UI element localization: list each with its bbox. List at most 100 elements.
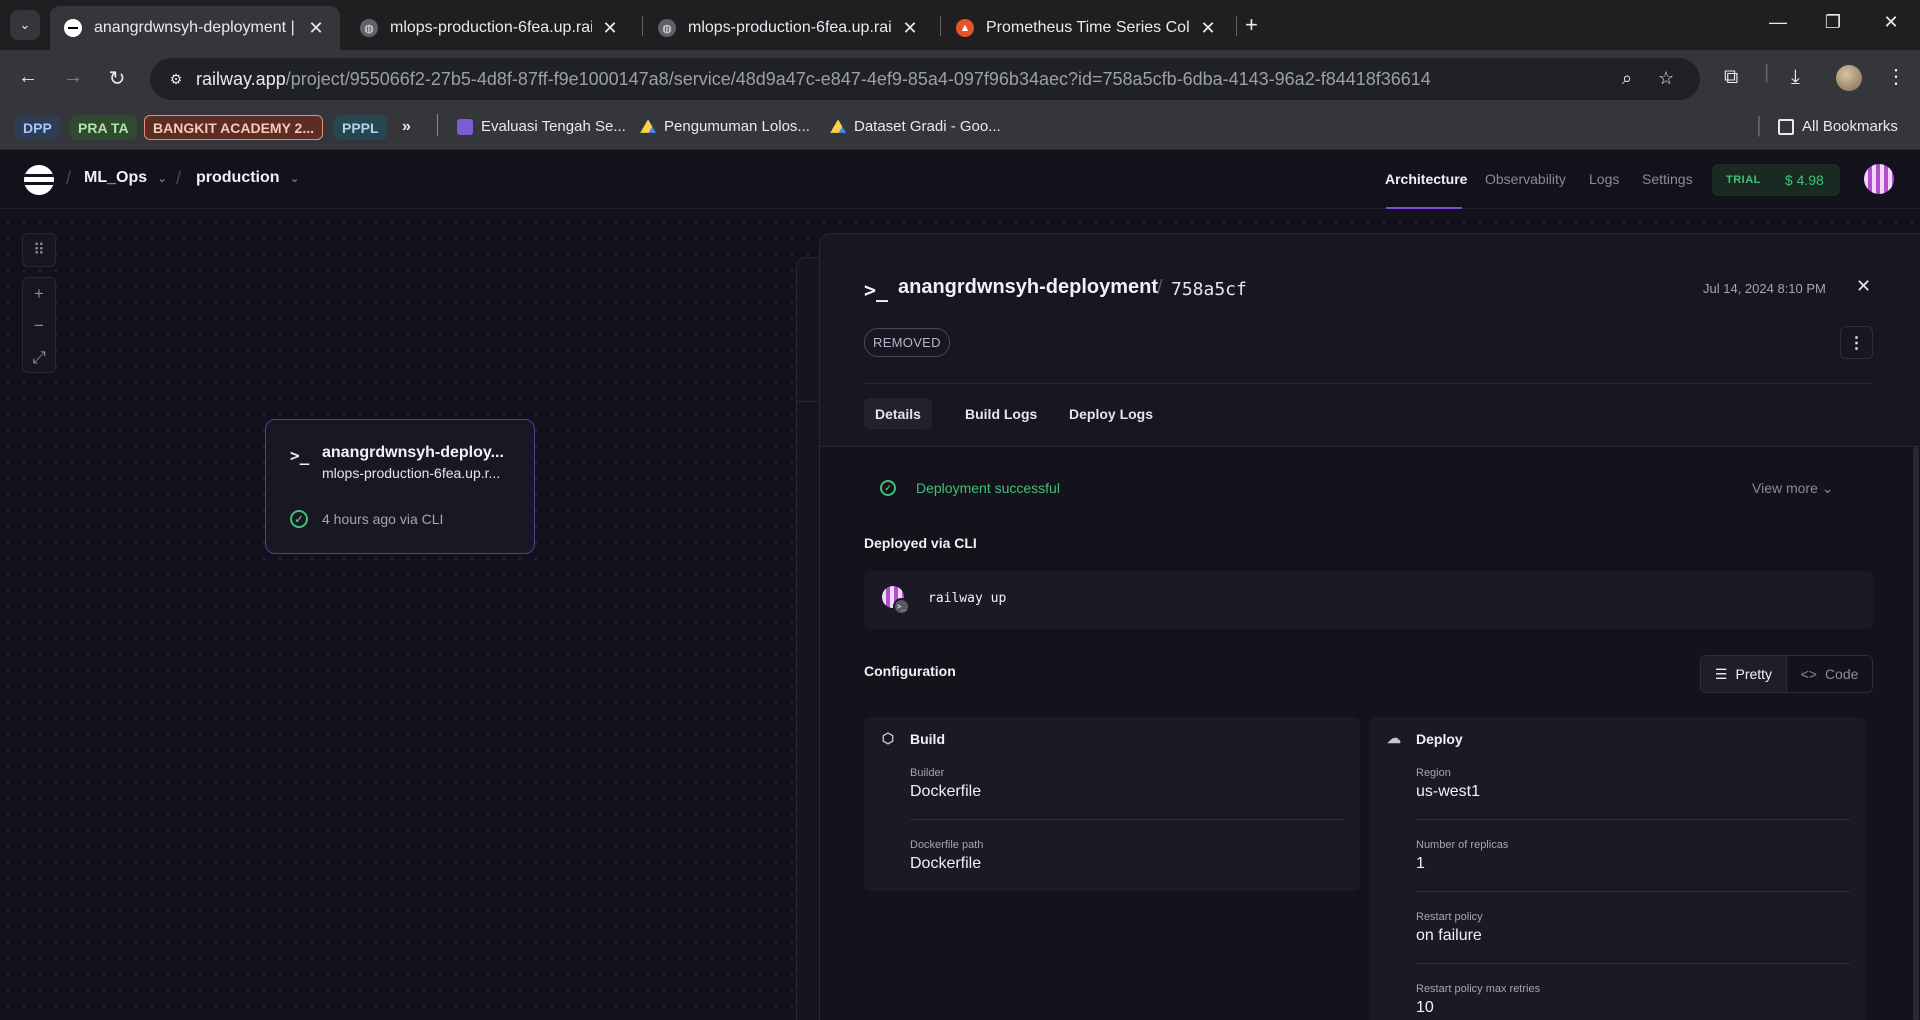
site-info-icon[interactable]: ⚙	[166, 69, 186, 89]
code-toggle-button[interactable]: <> Code	[1787, 656, 1872, 692]
address-bar[interactable]: ⚙ railway.app/project/955066f2-27b5-4d8f…	[150, 58, 1700, 100]
cloud-icon: ☁	[1387, 730, 1401, 746]
cli-terminal-icon: >_	[893, 598, 910, 615]
title-separator: /	[1157, 277, 1163, 299]
trial-badge[interactable]: TRIAL $ 4.98	[1712, 164, 1840, 196]
deployment-status-text: Deployment successful	[916, 480, 1060, 496]
tab-search-button[interactable]: ⌄	[10, 10, 40, 40]
deployment-date: Jul 14, 2024 8:10 PM	[1703, 281, 1826, 296]
browser-toolbar: ← → ↻ ⚙ railway.app/project/955066f2-27b…	[0, 50, 1920, 108]
fit-view-icon[interactable]: ⤢	[23, 342, 55, 374]
nav-settings[interactable]: Settings	[1642, 171, 1693, 187]
drive-icon	[640, 119, 656, 133]
new-tab-button[interactable]: +	[1245, 12, 1258, 38]
command-box: >_ railway up	[864, 571, 1873, 629]
minimize-window-button[interactable]: —	[1763, 12, 1793, 33]
status-badge: REMOVED	[864, 328, 950, 357]
close-tab-icon[interactable]: ✕	[1198, 18, 1218, 39]
list-icon: ☰	[1714, 665, 1728, 682]
panel-scrollbar[interactable]	[1913, 447, 1919, 1020]
close-panel-icon[interactable]: ✕	[1856, 276, 1871, 297]
browser-tab-mlops-2[interactable]: ◍ mlops-production-6fea.up.railway.app ✕	[644, 6, 934, 50]
close-tab-icon[interactable]: ✕	[600, 18, 620, 39]
user-avatar[interactable]	[1864, 164, 1894, 194]
all-bookmarks-button[interactable]: All Bookmarks	[1778, 118, 1898, 135]
view-more-button[interactable]: View more ⌄	[1752, 480, 1834, 497]
deployment-status-row[interactable]: ✓ Deployment successful View more ⌄	[864, 471, 1873, 507]
terminal-icon: >_	[290, 446, 310, 465]
extensions-icon[interactable]: ⧉	[1724, 66, 1738, 89]
bookmark-folder-pppl[interactable]: PPPL	[334, 115, 387, 140]
deploy-heading: ☁ Deploy	[1387, 730, 1463, 747]
back-arrow-icon[interactable]: ←	[15, 66, 41, 89]
nav-logs[interactable]: Logs	[1589, 171, 1619, 187]
tab-details[interactable]: Details	[864, 398, 932, 429]
tab-deploy-logs[interactable]: Deploy Logs	[1058, 398, 1164, 429]
config-divider	[1416, 891, 1850, 892]
forward-arrow-icon[interactable]: →	[60, 66, 86, 89]
railway-favicon-icon	[64, 19, 82, 37]
bookmark-dataset[interactable]: Dataset Gradi - Goo...	[830, 118, 1001, 135]
config-replicas: Number of replicas 1	[1416, 839, 1509, 872]
zoom-controls: + − ⤢	[22, 277, 56, 373]
pretty-toggle-button[interactable]: ☰ Pretty	[1701, 656, 1787, 692]
panel-body: ✓ Deployment successful View more ⌄ Depl…	[820, 447, 1920, 1020]
bookmarks-separator	[437, 114, 438, 136]
zoom-icon[interactable]: ⌕	[1622, 68, 1632, 89]
config-region: Region us-west1	[1416, 767, 1481, 800]
deployed-via-heading: Deployed via CLI	[864, 535, 977, 551]
bookmark-pengumuman[interactable]: Pengumuman Lolos...	[640, 118, 810, 135]
bookmark-folder-bangkit[interactable]: BANGKIT ACADEMY 2...	[144, 115, 324, 140]
package-icon: ⬡	[881, 730, 895, 746]
forms-icon	[457, 118, 473, 135]
nav-architecture[interactable]: Architecture	[1385, 171, 1467, 187]
service-card[interactable]: >_ anangrdwnsyh-deploy... mlops-producti…	[265, 419, 535, 554]
bookmarks-bar: DPP PRA TA BANGKIT ACADEMY 2... PPPL » E…	[0, 108, 1920, 150]
check-circle-icon: ✓	[880, 480, 896, 496]
config-restart-max-retries: Restart policy max retries 10	[1416, 983, 1541, 1016]
download-icon[interactable]: ⤓	[1791, 66, 1800, 89]
bookmarks-divider: |	[1756, 112, 1762, 137]
view-toggle: ☰ Pretty <> Code	[1700, 655, 1873, 693]
zoom-out-icon[interactable]: −	[23, 310, 55, 342]
breadcrumb-separator: /	[66, 168, 72, 188]
browser-tab-prometheus[interactable]: ▲ Prometheus Time Series Collection ✕	[942, 6, 1232, 50]
bookmark-folder-pra-ta[interactable]: PRA TA	[70, 115, 137, 140]
browser-menu-icon[interactable]: ⋮	[1886, 64, 1906, 89]
config-restart-policy: Restart policy on failure	[1416, 911, 1483, 944]
prometheus-favicon-icon: ▲	[956, 19, 974, 37]
nav-observability[interactable]: Observability	[1485, 171, 1566, 187]
breadcrumb-separator: /	[176, 168, 182, 188]
grid-icon[interactable]: ⠿	[22, 233, 56, 267]
check-circle-icon: ✓	[290, 510, 308, 528]
globe-icon: ◍	[658, 19, 676, 37]
globe-icon: ◍	[360, 19, 378, 37]
tab-separator	[642, 16, 643, 36]
zoom-in-icon[interactable]: +	[23, 278, 55, 310]
close-window-button[interactable]: ✕	[1876, 12, 1906, 33]
nav-active-indicator	[1386, 207, 1462, 209]
more-options-icon[interactable]: ⋮	[1840, 326, 1873, 359]
browser-tab-mlops-1[interactable]: ◍ mlops-production-6fea.up.railway.app ✕	[346, 6, 634, 50]
bookmark-star-icon[interactable]: ☆	[1658, 68, 1674, 89]
browser-tab-strip: ⌄ anangrdwnsyh-deployment | Railway ✕ ◍ …	[0, 0, 1920, 50]
more-bookmarks-icon[interactable]: »	[402, 118, 411, 136]
bookmark-evaluasi[interactable]: Evaluasi Tengah Se...	[457, 118, 626, 135]
service-name: anangrdwnsyh-deploy...	[322, 444, 504, 461]
reload-icon[interactable]: ↻	[104, 66, 130, 91]
restore-window-button[interactable]: ❐	[1818, 12, 1848, 33]
config-divider	[910, 819, 1344, 820]
close-tab-icon[interactable]: ✕	[306, 18, 326, 39]
project-selector[interactable]: ML_Ops ⌄	[84, 169, 167, 187]
railway-logo-icon[interactable]	[24, 165, 54, 195]
config-divider	[1416, 963, 1850, 964]
deployment-detail-panel: >_ anangrdwnsyh-deployment / 758a5cf Jul…	[819, 233, 1920, 1020]
environment-selector[interactable]: production ⌄	[196, 169, 300, 187]
bookmark-folder-dpp[interactable]: DPP	[15, 115, 60, 140]
browser-tab-railway[interactable]: anangrdwnsyh-deployment | Railway ✕	[50, 6, 340, 50]
chevron-down-icon: ⌄	[19, 17, 31, 32]
tab-build-logs[interactable]: Build Logs	[954, 398, 1048, 429]
build-config-card: ⬡ Build Builder Dockerfile Dockerfile pat…	[864, 717, 1360, 891]
browser-profile-avatar[interactable]	[1836, 65, 1862, 91]
close-tab-icon[interactable]: ✕	[900, 18, 920, 39]
